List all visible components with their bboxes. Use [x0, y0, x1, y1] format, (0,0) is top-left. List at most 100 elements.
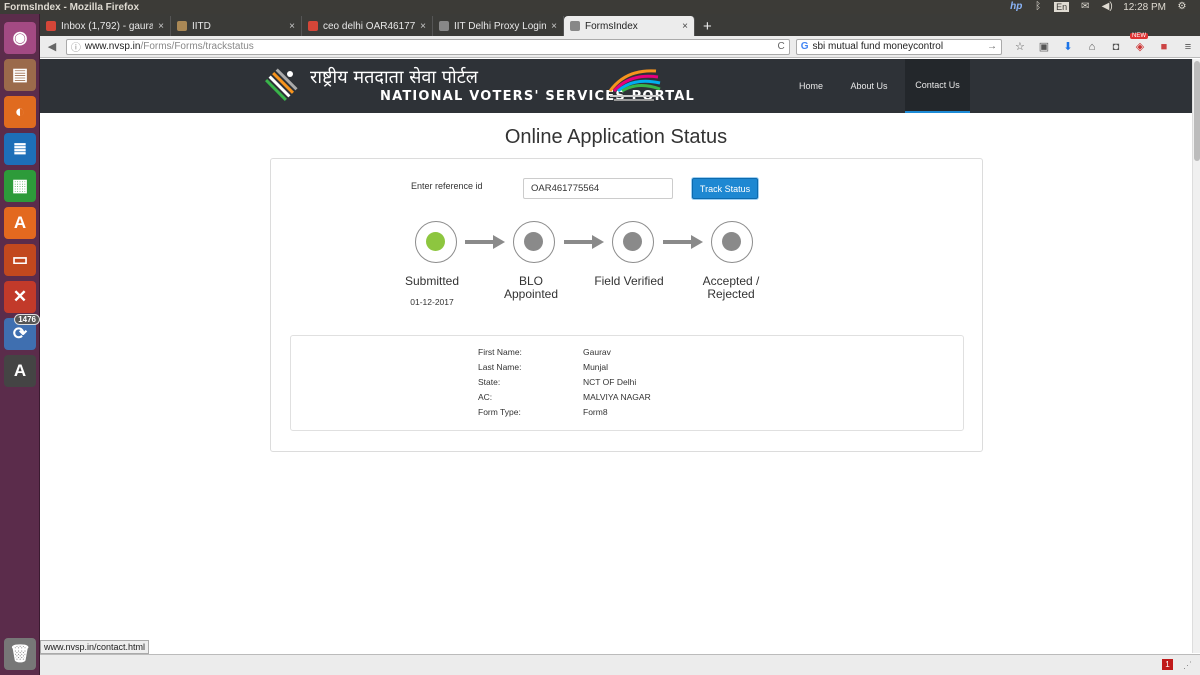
toolbar-glyph: ■ — [1160, 40, 1168, 53]
pocket-icon[interactable]: ◘ — [1108, 39, 1124, 55]
launcher-software-center-icon[interactable]: A — [4, 207, 36, 239]
launcher-trash-icon[interactable]: 🗑 — [4, 638, 36, 670]
step-accepted-rejected-circle — [711, 221, 753, 263]
power-icon[interactable]: ⚙ — [1176, 2, 1188, 12]
browser-tab[interactable]: FormsIndex × — [564, 16, 695, 36]
back-arrow-icon[interactable]: ◀ — [44, 39, 60, 55]
resize-grip-icon[interactable]: ⋰ — [1183, 660, 1192, 671]
navigation-toolbar: ◀ ⓘ www.nvsp.in/Forms/Forms/trackstatus … — [40, 32, 1200, 58]
unity-launcher: ◉ ▤ ◐ ≣ ▦ A ▭ ✕ ⟳ 1476 A 🗑 — [0, 14, 40, 675]
keyboard-layout-indicator[interactable]: En — [1054, 2, 1070, 12]
launcher-system-settings-icon[interactable]: ✕ — [4, 281, 36, 313]
url-host: www.nvsp.in — [84, 41, 141, 52]
browser-tab[interactable]: Inbox (1,792) - gaurav. × — [40, 16, 171, 36]
new-tab-button[interactable]: + — [695, 16, 720, 36]
reference-id-label: Enter reference id — [411, 181, 483, 191]
search-bar[interactable]: G sbi mutual fund moneycontrol → — [795, 38, 1002, 55]
launcher-glyph: ◐ — [14, 102, 26, 121]
detail-row-first-name: First Name: Gaurav — [478, 347, 611, 357]
reading-list-icon[interactable]: ▣ — [1036, 39, 1052, 55]
tab-label: IIT Delhi Proxy Login — [454, 20, 547, 32]
addon-new-icon[interactable]: ◈ NEW — [1129, 32, 1148, 55]
eci-logo-icon[interactable] — [265, 67, 299, 101]
browser-tab[interactable]: IIT Delhi Proxy Login × — [433, 16, 564, 36]
detail-row-last-name: Last Name: Munjal — [478, 362, 608, 372]
launcher-glyph: ◉ — [12, 28, 28, 47]
detail-key: Last Name: — [478, 362, 522, 372]
clock[interactable]: 12:28 PM — [1123, 2, 1166, 13]
url-path: /Forms/Forms/trackstatus — [140, 41, 254, 52]
step-field-verified-label: Field Verified — [594, 274, 664, 288]
hp-icon[interactable]: hp — [1010, 2, 1022, 12]
browser-tab[interactable]: ceo delhi OAR4617755 × — [302, 16, 433, 36]
reference-id-input[interactable] — [523, 178, 673, 199]
nav-about-us[interactable]: About Us — [842, 59, 896, 113]
launcher-app-launcher-icon[interactable]: A — [4, 355, 36, 387]
launcher-glyph: A — [13, 361, 27, 380]
launcher-glyph: ▦ — [11, 176, 29, 195]
os-top-bar: FormsIndex - Mozilla Firefox hp ᛒ En ✉ ◀… — [0, 0, 1200, 14]
launcher-calc-icon[interactable]: ▦ — [4, 170, 36, 202]
close-tab-icon[interactable]: × — [420, 21, 426, 32]
launcher-dash-home-icon[interactable]: ◉ — [4, 22, 36, 54]
step-field-verified-circle — [612, 221, 654, 263]
toolbar-glyph: ⬇ — [1063, 41, 1073, 53]
close-tab-icon[interactable]: × — [289, 21, 295, 32]
addon-notification-badge[interactable]: 1 — [1162, 659, 1173, 670]
close-tab-icon[interactable]: × — [158, 21, 164, 32]
nav-contact-us[interactable]: Contact Us — [905, 59, 970, 113]
mail-icon[interactable]: ✉ — [1079, 2, 1091, 12]
detail-key: State: — [478, 377, 501, 387]
bookmark-star-icon[interactable]: ☆ — [1012, 39, 1028, 55]
close-tab-icon[interactable]: × — [551, 21, 557, 32]
launcher-writer-icon[interactable]: ≣ — [4, 133, 36, 165]
detail-value: Munjal — [583, 362, 609, 372]
close-tab-icon[interactable]: × — [682, 21, 688, 32]
toolbar-glyph: ▣ — [1038, 41, 1050, 53]
browser-tab[interactable]: IITD × — [171, 16, 302, 36]
step-accepted-rejected-label: Accepted / Rejected — [702, 274, 760, 301]
addon-square-icon[interactable]: ■ — [1156, 39, 1172, 55]
tab-strip: Inbox (1,792) - gaurav. × IITD × ceo delhi O… — [40, 14, 1200, 36]
launcher-glyph: ▤ — [11, 65, 29, 84]
launcher-impress-icon[interactable]: ▭ — [4, 244, 36, 276]
nav-home[interactable]: Home — [785, 59, 837, 113]
browser-bottom-bar — [40, 654, 1200, 675]
toolbar-glyph: ◘ — [1112, 40, 1120, 53]
arrow-right-icon — [465, 235, 505, 249]
page-scrollbar[interactable] — [1192, 59, 1200, 653]
launcher-glyph: ✕ — [12, 287, 28, 306]
url-bar[interactable]: ⓘ www.nvsp.in/Forms/Forms/trackstatus C — [65, 38, 790, 55]
step-field-verified-dot — [623, 232, 642, 251]
menu-icon[interactable]: ≡ — [1180, 39, 1196, 55]
detail-row-ac: AC: MALVIYA NAGAR — [478, 392, 651, 402]
search-query: sbi mutual fund moneycontrol — [812, 41, 944, 52]
home-icon[interactable]: ⌂ — [1084, 39, 1100, 55]
volume-icon[interactable]: ◀) — [1101, 2, 1113, 12]
detail-key: AC: — [478, 392, 493, 402]
track-status-button[interactable]: Track Status — [692, 178, 758, 199]
toolbar-glyph: ≡ — [1184, 40, 1192, 53]
download-icon[interactable]: ⬇ — [1060, 39, 1076, 55]
search-go-icon[interactable]: → — [987, 41, 997, 52]
tab-label: ceo delhi OAR4617755 — [323, 20, 416, 32]
update-count-badge: 1476 — [14, 314, 40, 325]
toolbar-glyph: ⌂ — [1088, 40, 1096, 53]
reload-icon[interactable]: C — [777, 41, 784, 52]
detail-row-state: State: NCT OF Delhi — [478, 377, 636, 387]
launcher-firefox-icon[interactable]: ◐ — [4, 96, 36, 128]
launcher-files-icon[interactable]: ▤ — [4, 59, 36, 91]
bluetooth-icon[interactable]: ᛒ — [1032, 2, 1044, 12]
tab-label: IITD — [192, 20, 211, 32]
detail-row-form-type: Form Type: Form8 — [478, 407, 608, 417]
site-info-icon[interactable]: ⓘ — [71, 39, 81, 54]
applicant-details-box: First Name: Gaurav Last Name: Munjal State… — [290, 335, 964, 431]
national-voters-day-logo-icon — [608, 69, 661, 101]
page-title: Online Application Status — [504, 126, 728, 148]
toolbar-glyph: ◈ — [1135, 41, 1145, 53]
scrollbar-thumb[interactable] — [1194, 61, 1200, 161]
step-accepted-rejected-dot — [722, 232, 741, 251]
site-header: राष्ट्रीय मतदाता सेवा पोर्टल NATIONAL VO… — [40, 59, 1192, 113]
launcher-software-updater-icon[interactable]: ⟳ 1476 — [4, 314, 40, 350]
detail-value: NCT OF Delhi — [583, 377, 637, 387]
